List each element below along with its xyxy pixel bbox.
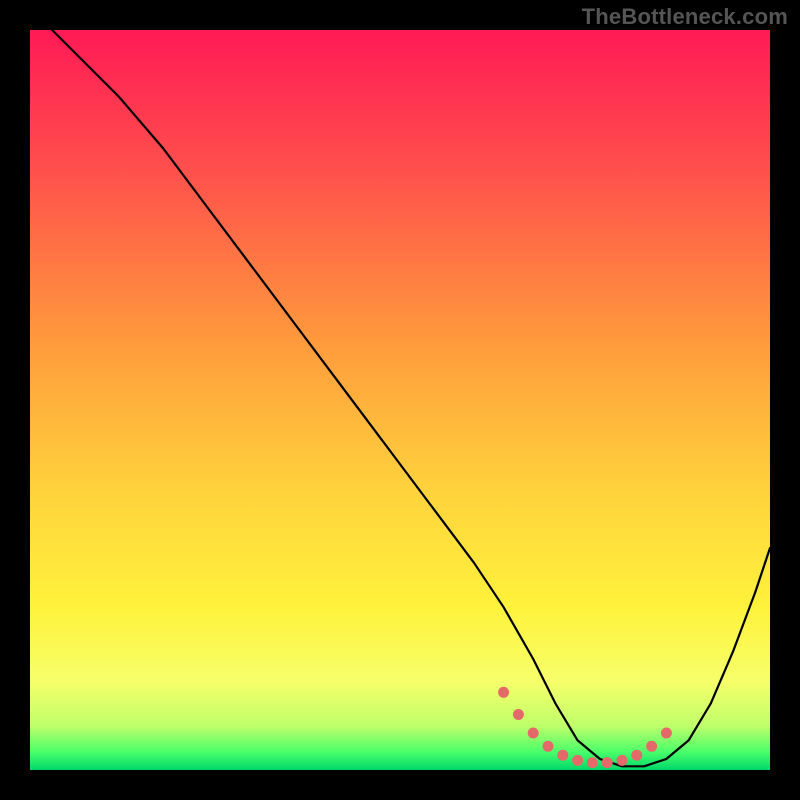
chart-svg (0, 0, 800, 800)
plot-background (30, 30, 770, 770)
chart-stage: TheBottleneck.com (0, 0, 800, 800)
